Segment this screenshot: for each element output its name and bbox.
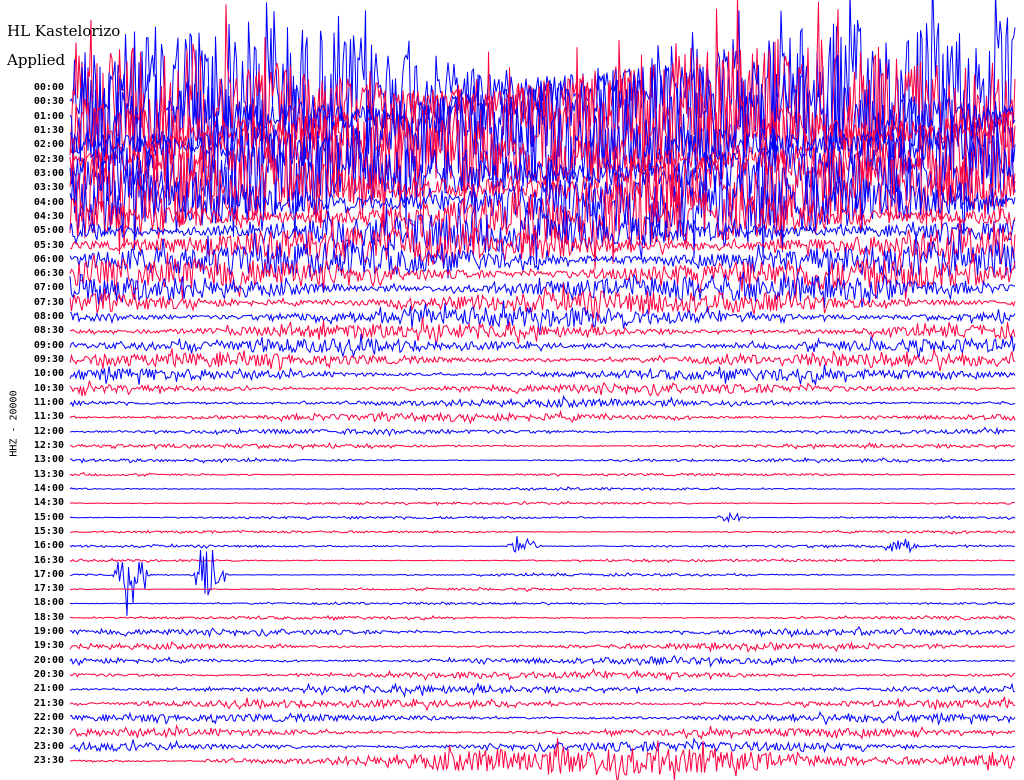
trace-row-1200: [69, 426, 1016, 437]
row-time-label: 00:00: [33, 82, 64, 93]
row-time-label: 20:30: [33, 669, 64, 681]
helicorder-plot: [69, 0, 1016, 780]
trace-row-1030: [69, 380, 1016, 397]
station-title: HL Kastelorizo: [7, 22, 121, 40]
trace-row-1300: [69, 456, 1016, 464]
row-time-label: 01:30: [33, 124, 64, 136]
row-time-label: 02:30: [33, 153, 64, 165]
row-time-label: 21:00: [33, 683, 64, 695]
row-time-label: 00:30: [33, 96, 64, 108]
row-time-label: 10:00: [33, 368, 64, 380]
trace-row-2100: [69, 682, 1016, 698]
row-time-label: 14:00: [33, 482, 64, 494]
row-time-label: 17:30: [33, 583, 64, 595]
trace-row-2130: [69, 696, 1016, 712]
row-time-label: 19:30: [33, 640, 64, 652]
trace-row-1530: [70, 529, 1016, 535]
trace-row-1130: [69, 409, 1016, 425]
trace-row-1730: [69, 586, 1016, 592]
row-time-label: 18:30: [33, 611, 64, 623]
row-time-label: 23:30: [33, 755, 64, 766]
row-time-label: 17:00: [33, 568, 64, 580]
row-time-label: 03:00: [33, 167, 64, 179]
row-time-label: 21:30: [33, 697, 64, 709]
trace-row-0830: [69, 317, 1016, 345]
row-time-label: 08:00: [33, 311, 64, 323]
row-time-label: 04:00: [33, 196, 64, 208]
row-time-label: 05:30: [33, 239, 64, 251]
row-time-label: 01:00: [33, 110, 64, 122]
row-time-label: 20:00: [33, 654, 64, 666]
row-time-label: 02:00: [33, 139, 64, 151]
trace-row-1800: [69, 601, 1016, 606]
row-time-label: 07:00: [33, 282, 64, 294]
row-time-label: 16:30: [33, 554, 64, 566]
row-time-label: 05:00: [33, 225, 64, 237]
trace-row-1600: [69, 536, 1016, 554]
trace-row-2030: [69, 668, 1016, 682]
row-time-label: 06:00: [33, 253, 64, 265]
row-time-label: 10:30: [33, 382, 64, 394]
trace-row-1400: [69, 486, 1016, 492]
trace-row-2230: [69, 723, 1016, 741]
row-time-label: 16:00: [33, 540, 64, 552]
row-time-label: 18:00: [33, 597, 64, 609]
row-time-label: 22:30: [33, 726, 64, 738]
row-time-label: 04:30: [33, 210, 64, 222]
trace-row-1900: [69, 625, 1016, 639]
trace-row-1500: [69, 511, 1016, 524]
trace-row-0900: [69, 333, 1016, 359]
row-time-label: 12:00: [33, 425, 64, 437]
row-time-label: 23:00: [33, 740, 64, 752]
row-time-label: 14:30: [33, 497, 64, 509]
row-time-label: 13:30: [33, 468, 64, 480]
row-time-label: 13:00: [33, 454, 64, 466]
trace-row-2300: [69, 737, 1016, 754]
row-time-label: 15:30: [33, 525, 64, 537]
row-time-label: 07:30: [33, 296, 64, 308]
row-time-label: 06:30: [33, 268, 64, 280]
row-time-label: 11:00: [33, 397, 64, 409]
row-time-label: 11:30: [33, 411, 64, 423]
trace-row-1930: [69, 640, 1016, 654]
trace-row-1330: [69, 471, 1016, 477]
row-time-label: 03:30: [33, 182, 64, 194]
row-time-label: 19:00: [33, 626, 64, 638]
row-time-label: 09:00: [33, 339, 64, 351]
trace-row-2330: [70, 738, 1016, 780]
trace-row-1430: [69, 500, 1016, 506]
filter-subtitle: Applied: [7, 51, 66, 69]
trace-row-1230: [69, 441, 1016, 451]
row-time-label: 08:30: [33, 325, 64, 337]
row-time-label: 12:30: [33, 439, 64, 451]
trace-row-1830: [69, 614, 1016, 622]
row-time-label: 09:30: [33, 354, 64, 366]
trace-row-1000: [69, 364, 1016, 385]
trace-row-1100: [69, 394, 1016, 409]
trace-row-2000: [69, 655, 1016, 668]
trace-row-1700: [69, 550, 1015, 616]
trace-row-0930: [69, 348, 1016, 372]
channel-label: HHZ - 20000: [8, 390, 20, 457]
row-time-label: 15:00: [33, 511, 64, 523]
trace-row-2200: [69, 710, 1016, 727]
row-time-label: 22:00: [33, 712, 64, 724]
